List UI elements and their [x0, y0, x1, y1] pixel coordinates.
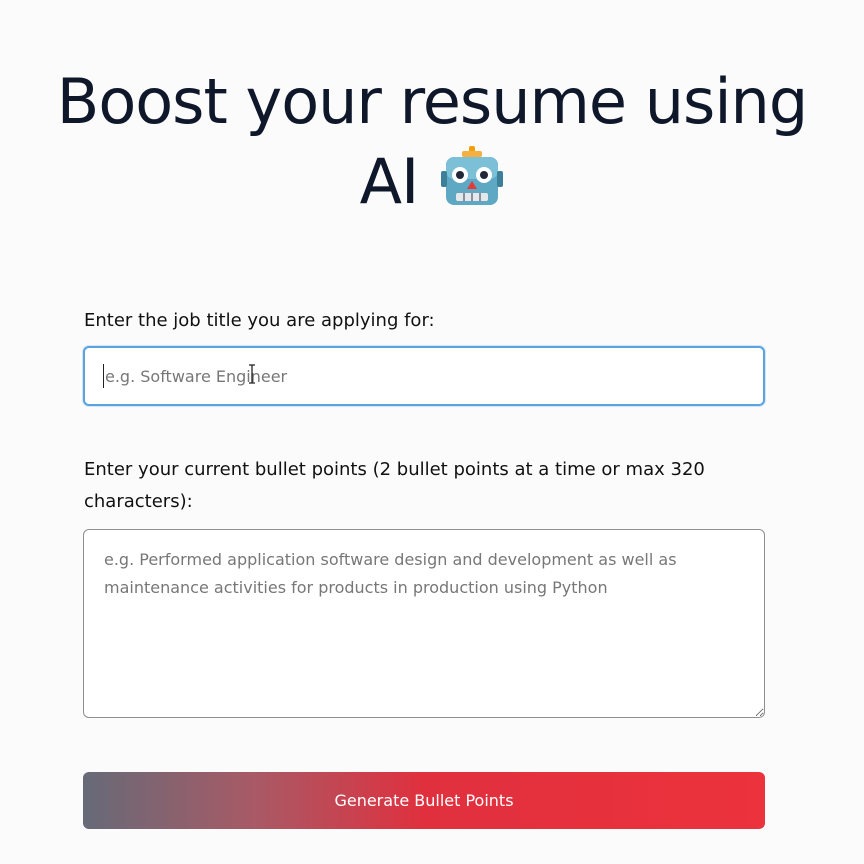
page-title-line-2: AI	[0, 142, 864, 222]
page-title: Boost your resume using AI	[0, 62, 864, 222]
page: Boost your resume using AI Enter the job…	[0, 0, 864, 864]
ibeam-cursor-icon	[249, 364, 255, 384]
page-title-line-1: Boost your resume using	[56, 65, 808, 138]
job-title-label: Enter the job title you are applying for…	[84, 310, 435, 331]
page-title-ai-text: AI	[359, 145, 420, 218]
generate-bullet-points-button[interactable]: Generate Bullet Points	[83, 772, 765, 829]
bullet-points-label: Enter your current bullet points (2 bull…	[84, 459, 705, 512]
robot-icon	[441, 146, 504, 205]
bullet-points-textarea[interactable]	[83, 529, 765, 718]
text-caret	[103, 364, 104, 388]
job-title-input[interactable]	[83, 346, 765, 406]
